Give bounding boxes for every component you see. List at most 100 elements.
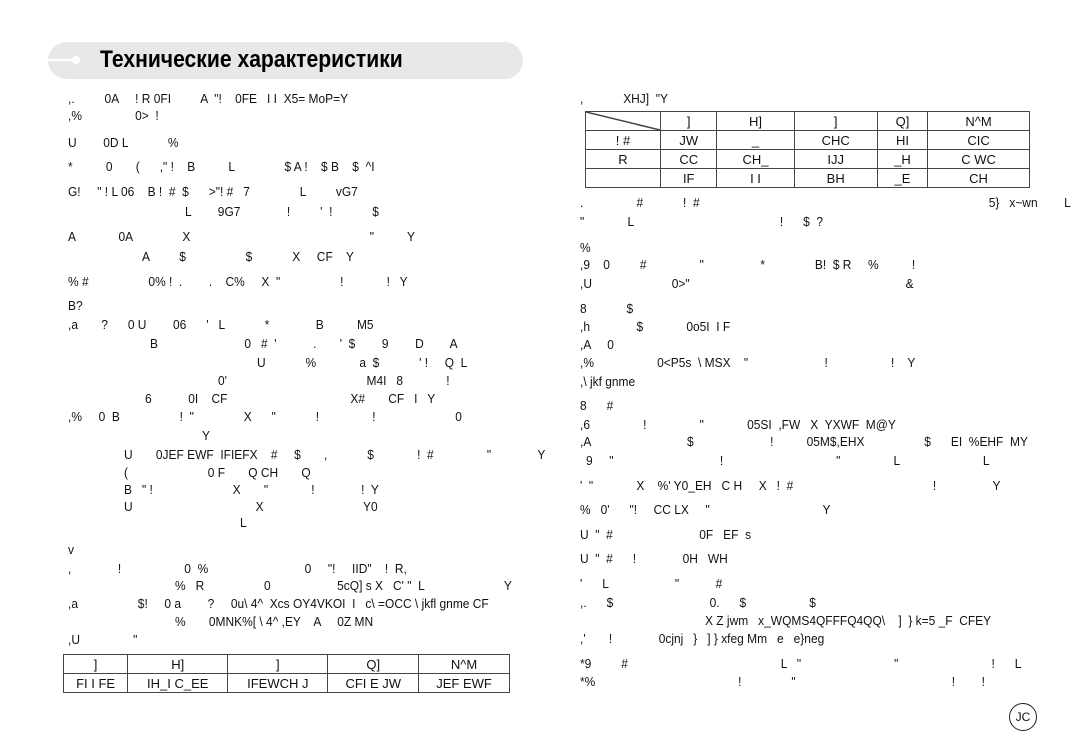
header-cell: ] (793, 111, 878, 131)
document-page: Технические характеристики ,. 0A ! R 0FI… (0, 0, 1080, 746)
header-cell: H] (716, 111, 795, 131)
text-line: ,6 ! " 05SI ,FW X YXWF M@Y (580, 417, 896, 432)
text-line: B? (68, 298, 83, 313)
text-line: 0' M4I 8 ! (218, 373, 450, 388)
page-number: JC (1009, 703, 1037, 731)
text-line: 9 " ! " L L (586, 453, 990, 468)
table-cell: CC (659, 149, 718, 169)
table-cell: IFEWCH J (227, 673, 329, 693)
header-cell: ] (659, 111, 718, 131)
table-cell: R (585, 149, 661, 169)
text-line: A $ $ X CF Y (142, 249, 354, 264)
text-line: ,. $ 0. $ $ (580, 595, 816, 610)
text-line: ,\ jkf gnme (580, 374, 636, 389)
text-line: % 0' "! CC LX " Y (580, 502, 831, 517)
text-line: ,% 0 B ! " X " ! ! 0 (68, 409, 462, 424)
text-line: ,% 0<P5s \ MSX " ! ! Y (580, 355, 916, 370)
text-line: % R 0 5cQ] s X C' " L Y (175, 578, 512, 593)
table-row: IF I I BH _E CH (585, 168, 1030, 188)
table-header-row: ] H]] Q] N^M (585, 111, 1030, 131)
table-cell: JEF EWF (418, 673, 510, 693)
text-line: ' L " # (580, 576, 723, 591)
text-line: ,U " (68, 632, 138, 647)
text-line: . # ! # 5} x~wn L (580, 195, 1071, 210)
diagonal-line (586, 112, 660, 130)
header-line-decoration (48, 59, 74, 61)
table-cell: BH (793, 168, 878, 188)
text-line: 6 0I CF X# CF I Y (145, 391, 436, 406)
table-cell: _E (876, 168, 929, 188)
text-line: ,9 0 # " * B! $ R % ! (580, 257, 916, 272)
header-cell (585, 111, 661, 131)
text-line: U % a $ ' ! Q L (257, 355, 468, 370)
header-cell: Q] (327, 654, 420, 674)
table-cell: IJJ (793, 149, 878, 169)
text-line: 8 # (580, 398, 614, 413)
text-line: *% ! " ! ! (580, 674, 986, 689)
table-row: R CC CH_ IJJ _H C WC (585, 149, 1030, 169)
text-line: U X Y0 (124, 499, 378, 514)
text-line: , ! 0 % 0 "! IID" ! R, (68, 561, 407, 576)
table-cell: IH_I C_EE (127, 673, 229, 693)
text-line: ,a ? 0 U 06 ' L * B M5 (68, 317, 374, 332)
text-line: *9 # L " " ! L ! (580, 656, 1080, 671)
text-line: Y (202, 428, 210, 443)
page-title: Технические характеристики (100, 46, 403, 73)
table-cell: IF (659, 168, 718, 188)
text-line: ,A 0 (580, 337, 614, 352)
header-dot-icon (72, 56, 80, 64)
text-line: ,. 0A ! R 0FI A "! 0FE I I X5= MoP=Y (68, 91, 349, 106)
text-line: * 0 ( ," ! B L $ A ! $ B $ ^I (68, 159, 375, 174)
table-cell: CFI E JW (327, 673, 420, 693)
header-cell: Q] (876, 111, 929, 131)
text-line: A 0A X " Y (68, 229, 415, 244)
text-line: B 0 # ' . ' $ 9 D A (150, 336, 458, 351)
section-header-bar: Технические характеристики (48, 42, 523, 79)
text-line: ,' ! 0cjnj } ] } xfeg Mm e e}neg (580, 631, 825, 646)
left-spec-table: ] H]] Q] N^M FI I FE IH_I C_EE IFEWCH J CFI E J… (62, 654, 510, 693)
text-line: ' " X %' Y0_EH C H X ! # ! Y (580, 478, 1001, 493)
text-line: ,a $! 0 a ? 0u\ 4^ Xcs OY4VKOI I c\ =OCC… (68, 596, 489, 611)
header-cell: N^M (927, 111, 1030, 131)
header-cell: N^M (418, 654, 510, 674)
text-line: B " ! X " ! ! Y (124, 482, 379, 497)
table-cell (585, 168, 661, 188)
table-cell: HI (876, 130, 929, 150)
table-cell: CHC (793, 130, 878, 150)
table-cell: I I (716, 168, 795, 188)
text-line: 8 $ (580, 301, 634, 316)
header-cell: ] (227, 654, 329, 674)
table-cell: FI I FE (62, 673, 129, 693)
right-spec-table: ] H]] Q] N^M! # JW _ CHC HI CIC R CC CH_ IJJ _H C WC IF… (585, 111, 1030, 188)
table-row: ! # JW _ CHC HI CIC (585, 130, 1030, 150)
text-line: L (240, 515, 247, 530)
table-cell: ! # (585, 130, 661, 150)
text-line: ,A $ ! 05M$,EHX $ EI %EHF MY (580, 434, 1028, 449)
text-line: ( 0 F Q CH Q (124, 465, 311, 480)
text-line: ,U 0>" & (580, 276, 914, 291)
table-cell: CH (927, 168, 1030, 188)
text-line: % 0MNK%[ \ 4^ ,EY A 0Z MN (175, 614, 374, 629)
table-cell: C WC (927, 149, 1030, 169)
text-line: , XHJ] "Y (580, 91, 668, 106)
table-cell: CH_ (716, 149, 795, 169)
header-cell: H] (127, 654, 229, 674)
text-line: " L ! $ ? (580, 214, 824, 229)
table-header-row: ] H]] Q] N^M (62, 654, 510, 674)
text-line: % (580, 240, 591, 255)
text-line: X Z jwm x_WQMS4QFFFQ4QQ\ ] } k=5 _F CFEY (705, 613, 992, 628)
text-line: ,% 0> ! (68, 108, 159, 123)
header-cell: ] (62, 654, 129, 674)
text-line: U 0JEF EWF IFIEFX # $ , $ ! # " Y (124, 447, 546, 462)
text-line: v (68, 542, 74, 557)
text-line: ,h $ 0o5I I F (580, 319, 731, 334)
text-line: U " # ! 0H WH (580, 551, 728, 566)
text-line: U " # 0F EF s (580, 527, 752, 542)
table-cell: _ (716, 130, 795, 150)
table-cell: JW (659, 130, 718, 150)
table-cell: CIC (927, 130, 1030, 150)
table-cell: _H (876, 149, 929, 169)
table-row: FI I FE IH_I C_EE IFEWCH J CFI E JW JEF EWF (62, 673, 510, 693)
text-line: % # 0% ! . . C% X " ! ! Y (68, 274, 408, 289)
text-line: G! " ! L 06 B ! # $ >"! # 7 L vG7 (68, 184, 358, 199)
